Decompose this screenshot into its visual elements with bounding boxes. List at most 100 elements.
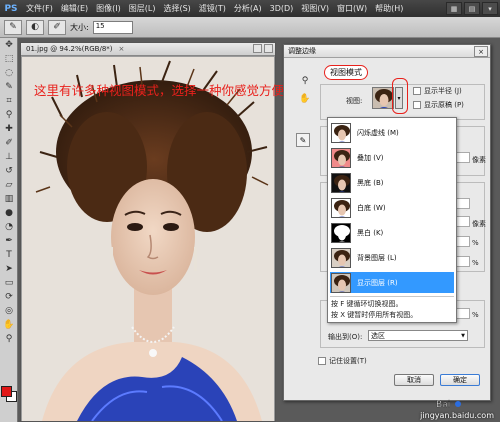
shape-tool-icon[interactable]: ▭ <box>1 276 17 290</box>
shift-edge-field[interactable] <box>456 256 470 267</box>
menu-3d[interactable]: 3D(D) <box>266 4 298 13</box>
output-select[interactable]: 选区 ▼ <box>368 330 468 341</box>
menu-edit[interactable]: 编辑(E) <box>57 3 92 14</box>
menu-select[interactable]: 选择(S) <box>159 3 194 14</box>
disable-views-hint: 按 X 键暂时停用所有视图。 <box>331 311 418 319</box>
refine-radius-tool-icon[interactable]: ✎ <box>296 133 310 147</box>
foreground-color-swatch[interactable] <box>1 386 12 397</box>
hand-tool-icon[interactable]: ✋ <box>1 318 17 332</box>
document-window: 01.jpg @ 94.2%(RGB/8*) × <box>20 42 276 422</box>
quick-select-tool-icon[interactable]: ✎ <box>1 80 17 94</box>
view-option-reveal-layer[interactable]: 显示图层 (R) <box>330 272 454 293</box>
view-thumbnail[interactable] <box>372 87 394 109</box>
show-radius-checkbox[interactable] <box>413 87 421 95</box>
view-option-overlay[interactable]: 叠加 (V) <box>330 147 454 168</box>
portrait-photo <box>22 57 274 421</box>
document-controls <box>253 44 273 53</box>
refine-brush-icon[interactable]: ◐ <box>26 19 44 35</box>
zoom-tool-icon[interactable]: ⚲ <box>1 332 17 346</box>
overlay-thumbnail-icon <box>331 147 351 168</box>
history-brush-tool-icon[interactable]: ↺ <box>1 164 17 178</box>
menu-help[interactable]: 帮助(H) <box>371 3 407 14</box>
bridge-icon[interactable]: ▦ <box>446 2 462 15</box>
menu-image[interactable]: 图像(I) <box>92 3 125 14</box>
ok-button[interactable]: 确定 <box>440 374 480 386</box>
gradient-tool-icon[interactable]: ▥ <box>1 192 17 206</box>
radius-field[interactable] <box>456 152 470 163</box>
on-white-thumbnail-icon <box>331 197 351 218</box>
crop-tool-icon[interactable]: ⌗ <box>1 94 17 108</box>
menu-view[interactable]: 视图(V) <box>297 3 333 14</box>
view-option-on-layers[interactable]: 背景图层 (L) <box>330 247 454 268</box>
move-tool-icon[interactable]: ✥ <box>1 38 17 52</box>
photoshop-logo: PS <box>4 3 18 14</box>
reveal-layer-thumbnail-icon <box>331 272 351 293</box>
menu-file[interactable]: 文件(F) <box>22 3 57 14</box>
annotation-text: 这里有许多种视图模式，选择一种你感觉方便的 <box>34 83 297 98</box>
minimize-icon[interactable] <box>253 44 262 53</box>
menubar-buttons: ▦ ▤ ▾ <box>446 2 498 15</box>
show-original-checkbox[interactable] <box>413 101 421 109</box>
view-option-on-white[interactable]: 白底 (W) <box>330 197 454 218</box>
menu-analysis[interactable]: 分析(A) <box>230 3 266 14</box>
cancel-button[interactable]: 取消 <box>394 374 434 386</box>
zoom-icon[interactable]: ▾ <box>482 2 498 15</box>
contrast-field[interactable] <box>456 236 470 247</box>
feather-field[interactable] <box>456 216 470 227</box>
brush-tool-icon[interactable]: ✐ <box>1 136 17 150</box>
view-option-label: 闪烁虚线 (M) <box>357 128 399 137</box>
output-value: 选区 <box>371 331 385 340</box>
view-mode-label: 视图模式 <box>324 65 368 80</box>
healing-tool-icon[interactable]: ✚ <box>1 122 17 136</box>
erase-brush-icon[interactable]: ✐ <box>48 19 66 35</box>
brush-preset-icon[interactable]: ✎ <box>4 19 22 35</box>
eraser-tool-icon[interactable]: ▱ <box>1 178 17 192</box>
remember-settings-option[interactable]: 记住设置(T) <box>318 356 367 366</box>
show-radius-label: 显示半径 (J) <box>424 87 462 95</box>
on-black-thumbnail-icon <box>331 172 351 193</box>
show-radius-option[interactable]: 显示半径 (J) <box>413 86 462 96</box>
percent-unit-3: % <box>472 311 479 319</box>
image-canvas[interactable] <box>22 57 274 421</box>
stamp-tool-icon[interactable]: ⊥ <box>1 150 17 164</box>
view-mode-dropdown: 闪烁虚线 (M) 叠加 (V) 黑底 (B) 白底 (W) 黑白 (K) 背景图… <box>327 117 457 323</box>
view-option-marching-ants[interactable]: 闪烁虚线 (M) <box>330 122 454 143</box>
marquee-tool-icon[interactable]: ⬚ <box>1 52 17 66</box>
pen-tool-icon[interactable]: ✒ <box>1 234 17 248</box>
baidu-logo: Bai <box>436 400 461 409</box>
menu-layer[interactable]: 图层(L) <box>125 3 160 14</box>
show-original-option[interactable]: 显示原稿 (P) <box>413 100 464 110</box>
on-layers-thumbnail-icon <box>331 247 351 268</box>
menu-filter[interactable]: 滤镜(T) <box>195 3 230 14</box>
dodge-tool-icon[interactable]: ◔ <box>1 220 17 234</box>
zoom-tool-icon[interactable]: ⚲ <box>298 74 312 88</box>
type-tool-icon[interactable]: T <box>1 248 17 262</box>
document-tab[interactable]: 01.jpg @ 94.2%(RGB/8*) × <box>21 43 275 56</box>
pixels-unit-2: 像素 <box>472 220 486 228</box>
remember-settings-checkbox[interactable] <box>318 357 326 365</box>
percent-unit: % <box>472 239 479 247</box>
3d-rotate-tool-icon[interactable]: ⟳ <box>1 290 17 304</box>
view-option-black-white[interactable]: 黑白 (K) <box>330 222 454 243</box>
size-input[interactable]: 15 <box>92 20 133 34</box>
minibridge-icon[interactable]: ▤ <box>464 2 480 15</box>
3d-camera-tool-icon[interactable]: ◎ <box>1 304 17 318</box>
blur-tool-icon[interactable]: ● <box>1 206 17 220</box>
view-option-label: 背景图层 (L) <box>357 253 397 262</box>
path-select-tool-icon[interactable]: ➤ <box>1 262 17 276</box>
smooth-field[interactable] <box>456 198 470 209</box>
show-original-label: 显示原稿 (P) <box>424 101 464 109</box>
amount-field[interactable] <box>456 308 470 319</box>
remember-settings-label: 记住设置(T) <box>329 357 367 365</box>
lasso-tool-icon[interactable]: ◌ <box>1 66 17 80</box>
options-bar: ✎ ◐ ✐ 大小: 15 <box>0 17 500 38</box>
view-option-on-black[interactable]: 黑底 (B) <box>330 172 454 193</box>
maximize-icon[interactable] <box>264 44 273 53</box>
portrait-thumbnail-icon <box>373 88 393 108</box>
view-option-label: 黑底 (B) <box>357 178 384 187</box>
eyedropper-tool-icon[interactable]: ⚲ <box>1 108 17 122</box>
hand-tool-icon[interactable]: ✋ <box>298 92 312 106</box>
menu-window[interactable]: 窗口(W) <box>333 3 371 14</box>
close-icon[interactable]: × <box>474 46 488 57</box>
close-icon[interactable]: × <box>119 45 125 53</box>
